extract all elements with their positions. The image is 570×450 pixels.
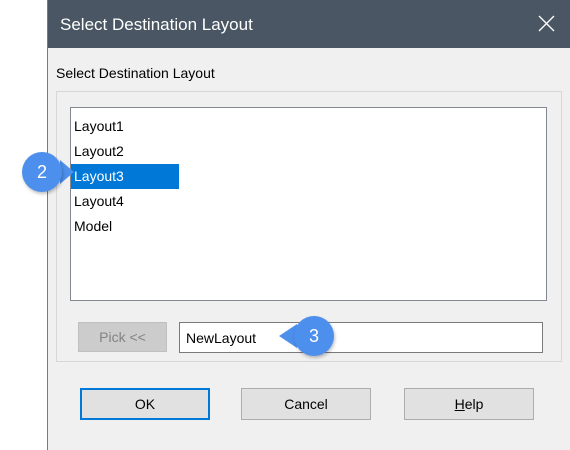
layout-listbox[interactable]: Layout1 Layout2 Layout3 Layout4 Model: [70, 107, 547, 301]
callout-2-pointer: [60, 160, 74, 184]
callout-2: 2: [22, 152, 62, 192]
list-item-model[interactable]: Model: [71, 214, 179, 239]
list-item-layout2[interactable]: Layout2: [71, 139, 179, 164]
select-destination-layout-dialog: Select Destination Layout Select Destina…: [47, 0, 570, 450]
cancel-button[interactable]: Cancel: [241, 388, 371, 420]
list-item-layout3[interactable]: Layout3: [71, 164, 179, 189]
layout-name-input[interactable]: [179, 322, 543, 353]
help-label-rest: elp: [464, 396, 484, 412]
callout-3: 3: [294, 316, 334, 356]
close-icon[interactable]: [538, 15, 555, 32]
list-item-layout4[interactable]: Layout4: [71, 189, 179, 214]
title-bar: Select Destination Layout: [48, 0, 570, 48]
list-item-layout1[interactable]: Layout1: [71, 114, 179, 139]
ok-button[interactable]: OK: [80, 388, 210, 420]
pick-button[interactable]: Pick <<: [78, 322, 167, 352]
dialog-title: Select Destination Layout: [60, 15, 253, 34]
help-mnemonic: H: [454, 396, 465, 412]
section-label: Select Destination Layout: [56, 65, 215, 81]
help-button[interactable]: Help: [404, 388, 534, 420]
